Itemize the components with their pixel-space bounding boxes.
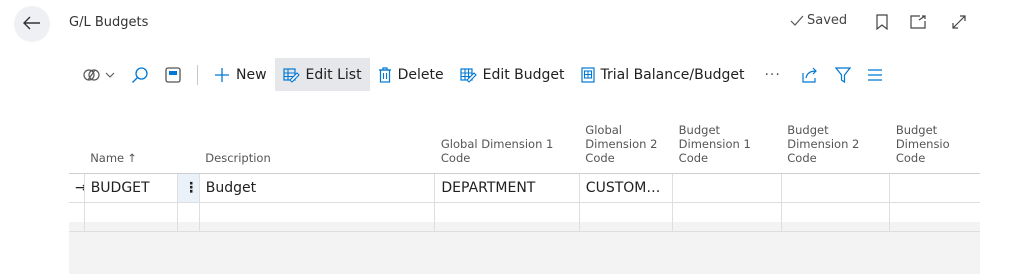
more-options-button[interactable]: ··· [752,58,792,91]
header-line: Dimension 2 [585,137,658,151]
saved-label: Saved [807,13,848,28]
table-header-row: Name ↑ Description Global Dimension 1 Cod… [69,97,980,174]
row-indicator-header [69,97,85,174]
search-icon [131,66,149,84]
toolbar-divider [197,64,198,85]
edit-budget-label: Edit Budget [482,66,565,83]
analysis-mode-button[interactable] [69,58,123,91]
row-menu-header [177,97,200,174]
header-line: Budget [678,123,721,137]
row-menu-button[interactable]: ⋮ [177,173,200,203]
filter-icon [834,66,851,83]
search-button[interactable] [123,58,157,91]
name-cell[interactable]: BUDGET [83,173,179,203]
open-in-new-window-icon[interactable] [909,13,927,31]
bookmark-icon[interactable] [873,13,891,31]
global-dimension-2-cell[interactable] [579,202,674,232]
edit-list-icon [282,67,300,83]
back-button[interactable] [14,6,50,42]
budget-dimension-1-cell[interactable] [672,173,782,203]
share-icon [801,67,819,83]
trial-balance-budget-button[interactable]: Trial Balance/Budget [573,58,753,91]
view-layout-button[interactable] [157,58,189,91]
header-line: Budget [787,123,829,137]
header-line: Code [895,151,926,165]
header-line: Dimension 2 [787,137,860,151]
checkmark-icon [790,15,804,27]
analysis-mode-icon [83,67,101,83]
description-cell[interactable] [199,202,436,232]
description-cell[interactable]: Budget [199,173,436,203]
table-row[interactable]: → BUDGET ⋮ Budget DEPARTMENT CUSTOME... [69,173,980,203]
description-header-label: Description [205,151,271,165]
page-title: G/L Budgets [69,15,149,30]
list-view-button[interactable] [859,58,891,91]
global-dimension-1-cell[interactable]: DEPARTMENT [434,173,580,203]
header-line: Code [585,151,615,165]
budget-list: Name ↑ Description Global Dimension 1 Cod… [69,97,980,274]
row-indicator-arrow-icon: → [69,173,85,203]
edit-list-button[interactable]: Edit List [274,58,370,91]
edit-budget-icon [459,67,477,83]
budget-dimension-2-cell[interactable] [781,173,891,203]
budget-dimension-2-cell[interactable] [781,202,891,232]
column-header-name[interactable]: Name ↑ [84,97,178,174]
header-line: Budget [895,123,938,137]
sort-ascending-icon: ↑ [127,151,137,165]
plus-icon [214,67,230,83]
header-line: Dimensio [895,137,950,151]
header-line: Global Dimension 1 [440,137,554,151]
filter-button[interactable] [827,58,859,91]
row-indicator [69,202,85,232]
new-label: New [236,66,267,83]
name-cell[interactable] [83,202,179,232]
list-view-icon [867,68,883,82]
column-header-budget-dimension-3[interactable]: Budget Dimensio Code [889,97,980,174]
save-status: Saved [790,13,847,28]
column-header-global-dimension-1[interactable]: Global Dimension 1 Code [434,97,580,174]
new-button[interactable]: New [206,58,275,91]
budget-dimension-1-cell[interactable] [672,202,782,232]
delete-button[interactable]: Delete [370,58,452,91]
column-header-global-dimension-2[interactable]: Global Dimension 2 Code [579,97,673,174]
expand-icon[interactable] [950,13,968,31]
budget-table: Name ↑ Description Global Dimension 1 Cod… [69,97,980,232]
table-row[interactable] [69,202,980,232]
edit-list-label: Edit List [305,66,362,83]
header-line: Global [585,123,622,137]
report-icon [580,66,595,83]
column-header-budget-dimension-1[interactable]: Budget Dimension 1 Code [672,97,782,174]
back-arrow-icon [23,15,41,34]
budget-dimension-3-cell[interactable] [889,202,980,232]
name-header-label: Name [90,151,125,165]
trial-balance-budget-label: Trial Balance/Budget [600,66,745,83]
header-line: Dimension 1 [678,137,751,151]
header-line: Code [440,151,471,165]
action-bar: New Edit List Delete Edit Budget Trial B… [69,58,980,91]
header-line: Code [787,151,817,165]
trash-icon [378,66,392,83]
delete-label: Delete [397,66,444,83]
chevron-down-icon [105,72,115,78]
global-dimension-2-cell[interactable]: CUSTOME... [579,173,674,203]
column-header-description[interactable]: Description [199,97,435,174]
edit-budget-button[interactable]: Edit Budget [452,58,573,91]
column-header-budget-dimension-2[interactable]: Budget Dimension 2 Code [781,97,890,174]
view-layout-icon [165,66,181,83]
budget-dimension-3-cell[interactable] [889,173,980,203]
header-line: Code [678,151,709,165]
more-options-label: ··· [764,66,781,83]
share-button[interactable] [793,58,827,91]
global-dimension-1-cell[interactable] [434,202,580,232]
row-menu-cell [177,202,200,232]
